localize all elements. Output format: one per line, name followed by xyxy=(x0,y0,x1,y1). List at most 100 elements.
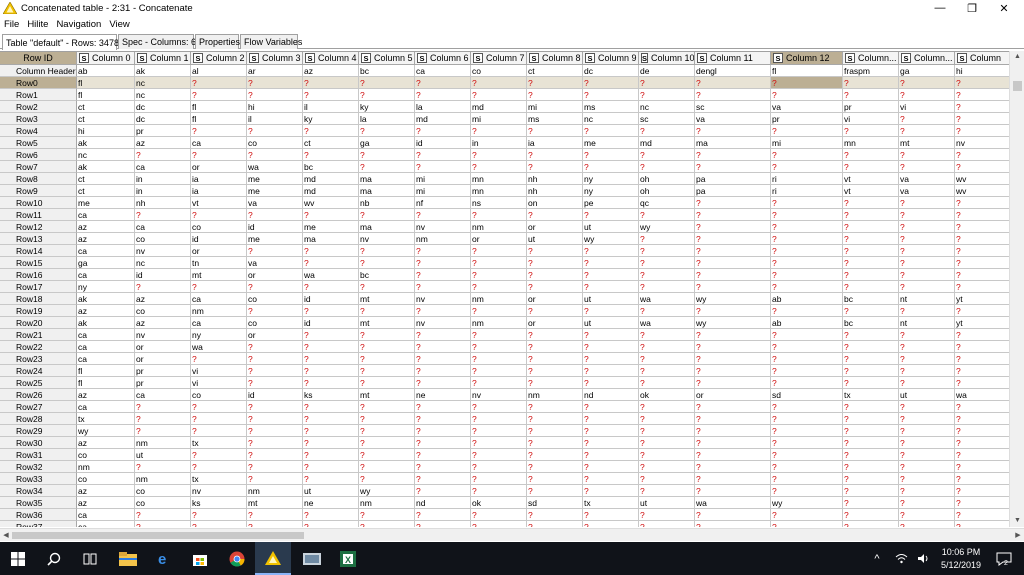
table-cell[interactable]: or xyxy=(191,245,247,257)
table-cell[interactable]: ? xyxy=(695,89,771,101)
table-cell[interactable]: ? xyxy=(899,485,955,497)
table-cell[interactable]: ? xyxy=(843,377,899,389)
table-cell[interactable]: ? xyxy=(955,353,1009,365)
maximize-button[interactable]: ❐ xyxy=(956,0,988,16)
table-cell[interactable]: ? xyxy=(771,449,843,461)
table-cell[interactable]: ? xyxy=(247,437,303,449)
table-cell[interactable]: ok xyxy=(471,497,527,509)
table-cell[interactable]: ? xyxy=(843,437,899,449)
table-cell[interactable]: ? xyxy=(955,425,1009,437)
table-cell[interactable]: ut xyxy=(583,317,639,329)
table-cell[interactable]: ? xyxy=(639,305,695,317)
table-cell[interactable]: ? xyxy=(771,521,843,527)
table-cell[interactable]: ? xyxy=(771,413,843,425)
table-cell[interactable]: ? xyxy=(695,341,771,353)
table-cell[interactable]: vi xyxy=(843,113,899,125)
table-cell[interactable]: nm xyxy=(191,305,247,317)
table-cell[interactable]: wa xyxy=(247,161,303,173)
table-cell[interactable]: ak xyxy=(77,317,135,329)
column-header-11[interactable]: S Column 11 xyxy=(695,52,771,65)
row-id-cell[interactable]: Row27 xyxy=(0,401,77,413)
table-cell[interactable]: ? xyxy=(843,449,899,461)
table-cell[interactable]: ny xyxy=(583,173,639,185)
table-cell[interactable]: ? xyxy=(359,401,415,413)
table-cell[interactable]: tx xyxy=(77,413,135,425)
table-cell[interactable]: ? xyxy=(899,257,955,269)
table-cell[interactable]: ? xyxy=(303,521,359,527)
table-cell[interactable]: az xyxy=(77,437,135,449)
row-id-cell[interactable]: Row6 xyxy=(0,149,77,161)
table-cell[interactable]: ? xyxy=(415,305,471,317)
row-id-cell[interactable]: Row13 xyxy=(0,233,77,245)
table-cell[interactable]: ct xyxy=(77,113,135,125)
table-cell[interactable]: wv xyxy=(303,197,359,209)
table-cell[interactable]: ar xyxy=(247,65,303,77)
table-cell[interactable]: ? xyxy=(843,161,899,173)
table-cell[interactable]: ? xyxy=(303,425,359,437)
table-cell[interactable]: ? xyxy=(899,413,955,425)
table-cell[interactable]: ? xyxy=(955,245,1009,257)
table-cell[interactable]: nc xyxy=(135,257,191,269)
table-cell[interactable]: pr xyxy=(135,125,191,137)
table-cell[interactable]: sc xyxy=(695,101,771,113)
table-cell[interactable]: ? xyxy=(843,413,899,425)
table-cell[interactable]: ? xyxy=(247,281,303,293)
table-cell[interactable]: nm xyxy=(135,473,191,485)
table-cell[interactable]: ? xyxy=(247,305,303,317)
table-cell[interactable]: ut xyxy=(135,449,191,461)
row-id-cell[interactable]: Row19 xyxy=(0,305,77,317)
table-cell[interactable]: ? xyxy=(899,329,955,341)
table-cell[interactable]: va xyxy=(771,101,843,113)
table-cell[interactable]: ? xyxy=(695,437,771,449)
column-header-2[interactable]: S Column 2 xyxy=(191,52,247,65)
tab-flow-variables[interactable]: Flow Variables xyxy=(240,34,302,49)
search-icon[interactable] xyxy=(36,542,72,575)
table-cell[interactable]: ? xyxy=(415,377,471,389)
table-cell[interactable]: ? xyxy=(583,365,639,377)
row-id-cell[interactable]: Row3 xyxy=(0,113,77,125)
table-cell[interactable]: ? xyxy=(303,281,359,293)
table-cell[interactable]: ca xyxy=(77,509,135,521)
table-cell[interactable]: nt xyxy=(899,317,955,329)
table-cell[interactable]: ? xyxy=(843,353,899,365)
table-cell[interactable]: ? xyxy=(899,125,955,137)
table-cell[interactable]: ? xyxy=(899,233,955,245)
table-cell[interactable]: ut xyxy=(899,389,955,401)
table-cell[interactable]: ? xyxy=(771,245,843,257)
table-cell[interactable]: co xyxy=(247,317,303,329)
column-header-7[interactable]: S Column 7 xyxy=(471,52,527,65)
table-cell[interactable]: ? xyxy=(771,269,843,281)
table-cell[interactable]: ? xyxy=(471,161,527,173)
table-cell[interactable]: ? xyxy=(583,413,639,425)
table-cell[interactable]: ? xyxy=(303,413,359,425)
row-id-cell[interactable]: Row2 xyxy=(0,101,77,113)
row-id-cell[interactable]: Row24 xyxy=(0,365,77,377)
table-cell[interactable]: wv xyxy=(955,185,1009,197)
table-cell[interactable]: nm xyxy=(471,293,527,305)
table-cell[interactable]: ? xyxy=(527,305,583,317)
table-cell[interactable]: ? xyxy=(359,461,415,473)
table-cell[interactable]: ca xyxy=(77,401,135,413)
table-cell[interactable]: ? xyxy=(191,449,247,461)
table-cell[interactable]: nm xyxy=(471,317,527,329)
table-cell[interactable]: yt xyxy=(955,317,1009,329)
table-cell[interactable]: ? xyxy=(527,521,583,527)
table-cell[interactable]: ? xyxy=(359,257,415,269)
table-cell[interactable]: ? xyxy=(695,521,771,527)
table-cell[interactable]: ? xyxy=(639,329,695,341)
table-cell[interactable]: nc xyxy=(583,113,639,125)
table-cell[interactable]: ? xyxy=(415,89,471,101)
table-cell[interactable]: ? xyxy=(843,401,899,413)
table-cell[interactable]: ? xyxy=(843,269,899,281)
table-cell[interactable]: nv xyxy=(471,389,527,401)
table-cell[interactable]: fl xyxy=(77,89,135,101)
table-cell[interactable]: ? xyxy=(955,161,1009,173)
table-cell[interactable]: nm xyxy=(415,233,471,245)
table-cell[interactable]: il xyxy=(247,113,303,125)
table-cell[interactable]: nc xyxy=(77,149,135,161)
table-cell[interactable]: pa xyxy=(695,185,771,197)
table-cell[interactable]: ? xyxy=(415,353,471,365)
table-cell[interactable]: ? xyxy=(695,161,771,173)
table-cell[interactable]: ky xyxy=(303,113,359,125)
table-cell[interactable]: ? xyxy=(527,437,583,449)
